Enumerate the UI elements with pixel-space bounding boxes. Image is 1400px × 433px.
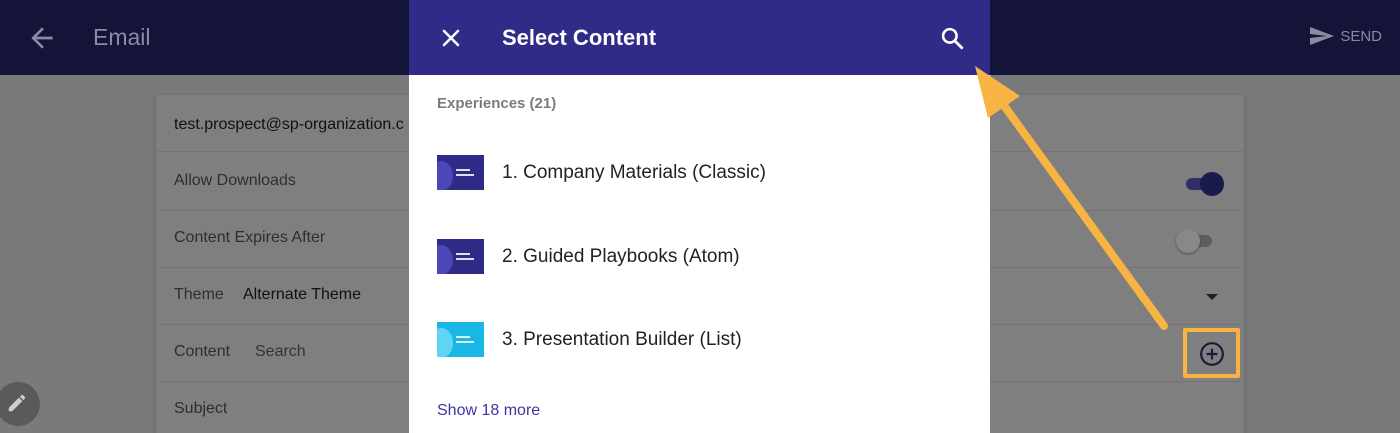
send-button[interactable]: SEND [1308, 24, 1382, 48]
thumbnail-shape [437, 328, 453, 357]
section-label: Experiences (21) [437, 95, 557, 112]
thumbnail-line [456, 174, 474, 176]
recipient-field[interactable]: test.prospect@sp-organization.c [174, 116, 404, 134]
thumbnail-line [456, 341, 474, 343]
add-circle-icon[interactable] [1199, 341, 1225, 367]
list-item[interactable]: 3. Presentation Builder (List) [409, 322, 990, 406]
allow-downloads-toggle[interactable] [1186, 172, 1224, 196]
close-icon[interactable] [439, 26, 463, 50]
toggle-knob [1200, 172, 1224, 196]
list-item-label: 1. Company Materials (Classic) [502, 162, 766, 183]
content-expires-label: Content Expires After [174, 229, 326, 246]
pencil-icon [8, 394, 26, 412]
list-item[interactable]: 1. Company Materials (Classic) [409, 155, 990, 239]
arrow-back-icon[interactable] [26, 22, 58, 54]
subject-field[interactable]: Subject [174, 400, 227, 418]
thumbnail-shape [437, 245, 453, 274]
thumbnail-line [456, 336, 470, 338]
thumbnail [437, 322, 484, 357]
theme-label: Theme [174, 286, 224, 303]
allow-downloads-label: Allow Downloads [174, 172, 296, 189]
thumbnail [437, 155, 484, 190]
content-expires-toggle[interactable] [1176, 229, 1212, 253]
page-title: Email [93, 24, 151, 50]
compose-fab[interactable] [0, 382, 40, 426]
thumbnail [437, 239, 484, 274]
dialog-header: Select Content [409, 0, 990, 75]
list-item-label: 3. Presentation Builder (List) [502, 329, 742, 350]
thumbnail-shape [437, 161, 453, 190]
thumbnail-line [456, 169, 470, 171]
theme-value: Alternate Theme [243, 286, 361, 303]
content-label: Content [174, 343, 231, 360]
send-icon [1310, 27, 1335, 45]
thumbnail-line [456, 253, 470, 255]
list-item[interactable]: 2. Guided Playbooks (Atom) [409, 239, 990, 323]
toggle-knob [1176, 229, 1200, 253]
dialog-title: Select Content [502, 25, 657, 50]
select-content-dialog: Select Content Experiences (21) 1. Compa… [409, 0, 990, 433]
show-more-link[interactable]: Show 18 more [437, 402, 540, 420]
list-item-label: 2. Guided Playbooks (Atom) [502, 246, 740, 267]
thumbnail-line [456, 258, 474, 260]
content-search-input[interactable]: Search [255, 343, 306, 361]
search-icon[interactable] [939, 25, 965, 51]
send-label: SEND [1340, 27, 1382, 45]
chevron-down-icon[interactable] [1206, 294, 1218, 300]
add-content-highlight [1183, 328, 1240, 378]
